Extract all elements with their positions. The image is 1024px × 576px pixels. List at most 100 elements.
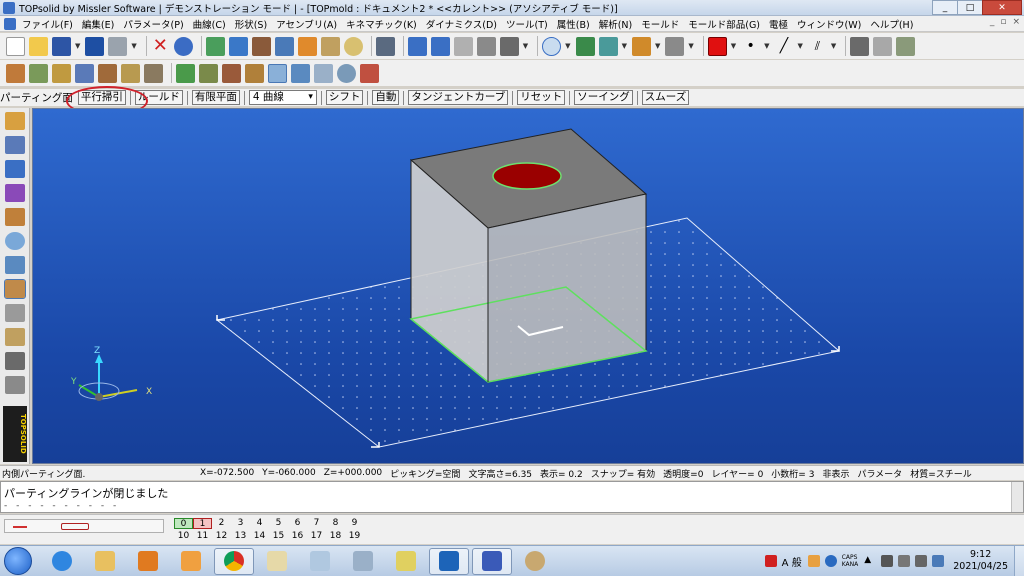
menu-analysis[interactable]: 解析(N) (599, 17, 633, 31)
menu-parameter[interactable]: パラメータ(P) (123, 17, 183, 31)
mold-assembly-icon[interactable] (873, 36, 893, 56)
layer-button[interactable]: 13 (231, 531, 250, 542)
screw-icon[interactable] (5, 376, 25, 394)
smooth-button[interactable]: スムーズ (641, 90, 690, 105)
menu-mold-parts[interactable]: モールド部品(G) (688, 17, 760, 31)
surface-icon[interactable] (291, 63, 310, 83)
shift-button[interactable]: シフト (325, 90, 364, 105)
delete-icon[interactable]: ✕ (151, 36, 170, 56)
export-icon[interactable] (360, 63, 379, 83)
gear-icon[interactable] (5, 256, 25, 274)
menu-electrode[interactable]: 電極 (769, 17, 788, 31)
info-icon[interactable] (85, 36, 105, 56)
menu-file[interactable]: ファイル(F) (22, 17, 73, 31)
extend-icon[interactable] (314, 63, 333, 83)
start-button[interactable] (4, 547, 32, 575)
sewing-button[interactable]: ソーイング (574, 90, 633, 105)
runner-icon[interactable] (222, 63, 241, 83)
color-dropdown-icon[interactable]: ▼ (731, 42, 736, 50)
line-style-selector[interactable] (4, 519, 164, 533)
material-status[interactable]: 材質=スチール (910, 467, 972, 480)
pointer-icon[interactable] (407, 36, 427, 56)
copy-icon[interactable] (297, 36, 317, 56)
taskbar-outlook[interactable] (429, 547, 469, 575)
insert-icon[interactable] (75, 63, 94, 83)
hidden-status[interactable]: 非表示 (822, 467, 849, 480)
undo-icon[interactable] (173, 36, 193, 56)
menu-dynamics[interactable]: ダイナミクス(D) (426, 17, 497, 31)
doc-close-button[interactable]: × (1012, 17, 1020, 27)
layer-button[interactable]: 12 (212, 531, 231, 542)
cube-hole[interactable] (492, 162, 562, 190)
layer-button[interactable]: 9 (345, 518, 364, 529)
new-document-icon[interactable] (6, 36, 25, 56)
finite-plane-button[interactable]: 有限平面 (191, 90, 240, 105)
taskbar-snipping[interactable] (300, 548, 340, 575)
reset-button[interactable]: リセット (517, 90, 566, 105)
menu-curve[interactable]: 曲線(C) (193, 17, 226, 31)
parting-icon[interactable] (6, 63, 25, 83)
zoom-fit-icon[interactable] (575, 36, 595, 56)
layer-button[interactable]: 16 (288, 531, 307, 542)
volume-icon[interactable] (898, 555, 911, 567)
picking-mode[interactable]: ピッキング=空間 (390, 467, 460, 480)
layer-button[interactable]: 4 (250, 518, 269, 529)
signature-icon[interactable] (499, 36, 519, 56)
ime-tool-icon[interactable] (807, 555, 820, 567)
taskbar-notes[interactable] (257, 548, 297, 575)
taskbar-calculator[interactable] (343, 548, 383, 575)
zoom-dropdown-icon[interactable]: ▼ (565, 42, 570, 50)
taskbar-topsolid[interactable] (472, 547, 512, 575)
taskbar-explorer[interactable] (85, 548, 125, 575)
line-style-icon[interactable]: ╱ (775, 37, 794, 56)
open-folder-icon[interactable] (29, 36, 48, 56)
view-dropdown-icon[interactable]: ▼ (622, 42, 627, 50)
tray-expand-icon[interactable]: ▲ (864, 555, 876, 567)
cavity-icon[interactable] (52, 63, 71, 83)
layer-button[interactable]: 7 (307, 518, 326, 529)
minimize-button[interactable]: _ (932, 0, 958, 15)
view-icon[interactable] (598, 36, 618, 56)
edit-element-icon[interactable] (228, 36, 248, 56)
layer-button[interactable]: 10 (174, 531, 193, 542)
line-style-dropdown-icon[interactable]: ▼ (798, 42, 803, 50)
block-icon[interactable] (144, 63, 163, 83)
color-swatch-icon[interactable] (707, 36, 727, 56)
mold-part-icon[interactable] (896, 36, 916, 56)
shape-icon[interactable] (5, 184, 25, 202)
clock[interactable]: 9:12 2021/04/25 (953, 549, 1008, 573)
trim-icon[interactable] (430, 36, 450, 56)
menu-mold[interactable]: モールド (641, 17, 679, 31)
tools-icon[interactable] (375, 36, 395, 56)
hook-icon[interactable] (476, 36, 496, 56)
target-icon[interactable] (5, 232, 25, 250)
ejector-icon[interactable] (5, 352, 25, 370)
taskbar-paint[interactable] (515, 548, 555, 575)
layer-button[interactable]: 5 (269, 518, 288, 529)
device-icon[interactable] (881, 555, 894, 567)
taskbar-sticky[interactable] (386, 548, 426, 575)
network-icon[interactable] (932, 555, 945, 567)
electrode-icon[interactable] (5, 328, 25, 346)
doc-restore-button[interactable]: ▫ (1000, 17, 1006, 27)
save-icon[interactable] (52, 36, 71, 56)
inspect-icon[interactable] (337, 63, 356, 83)
solid-icon[interactable] (5, 160, 25, 178)
layer-button[interactable]: 11 (193, 531, 212, 542)
point-style-icon[interactable]: • (741, 37, 760, 56)
zoom-icon[interactable] (542, 36, 562, 56)
section-icon[interactable] (665, 36, 685, 56)
decimals-status[interactable]: 小数桁= 3 (771, 467, 814, 480)
layer-button[interactable]: 14 (250, 531, 269, 542)
layer-button[interactable]: 8 (326, 518, 345, 529)
move-icon[interactable] (320, 36, 340, 56)
command-area[interactable]: パーティングラインが閉じました - - - - - - - - - - (0, 481, 1024, 513)
hatch-dropdown-icon[interactable]: ▼ (831, 42, 836, 50)
transparency-status[interactable]: 透明度=0 (663, 467, 703, 480)
measure-icon[interactable] (343, 36, 363, 56)
attribute-icon[interactable] (251, 36, 271, 56)
save-dropdown-icon[interactable]: ▼ (75, 42, 80, 50)
layer-status[interactable]: レイヤー= 0 (711, 467, 763, 480)
signature-dropdown-icon[interactable]: ▼ (523, 42, 528, 50)
check-icon[interactable] (176, 63, 195, 83)
